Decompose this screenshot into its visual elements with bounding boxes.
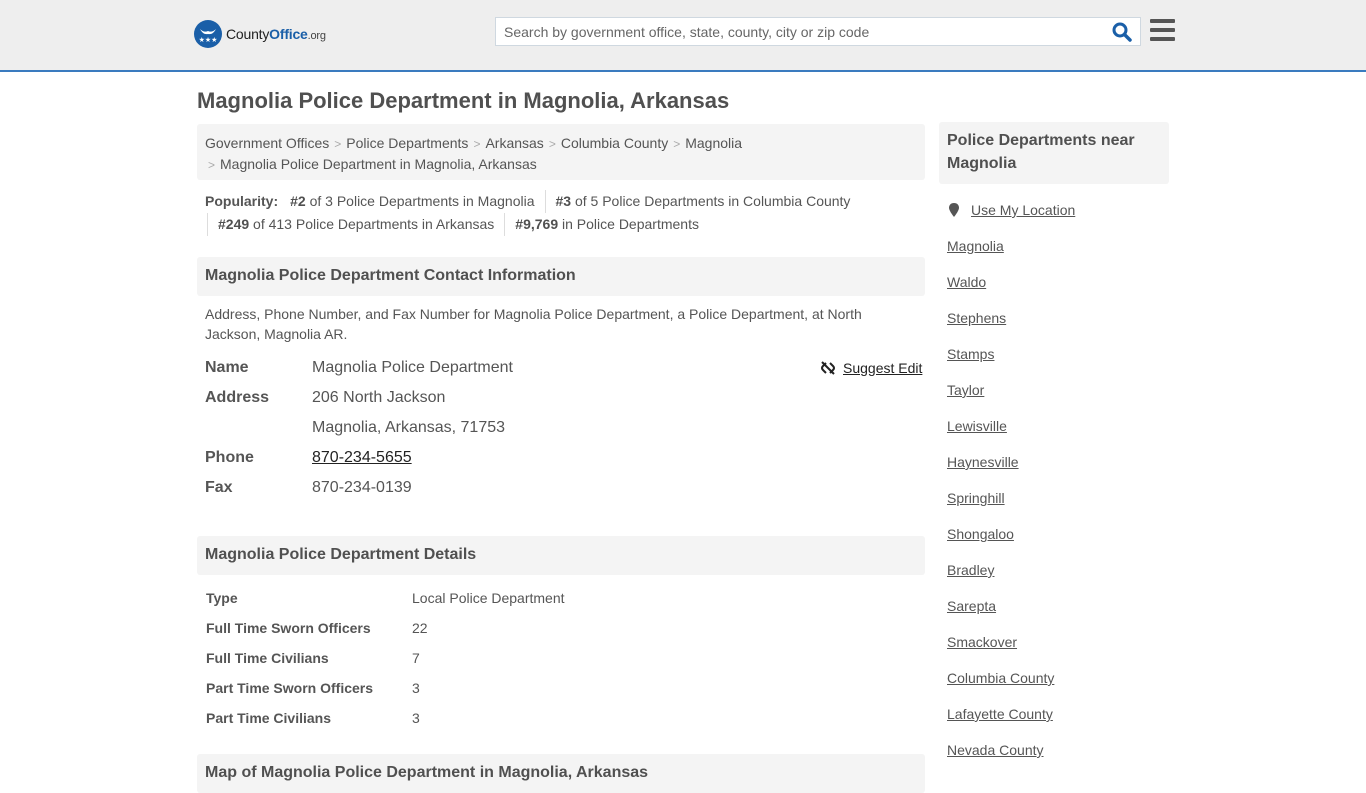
details-section-heading: Magnolia Police Department Details: [197, 536, 925, 575]
contact-info-table: Name Magnolia Police Department Address 20…: [205, 353, 925, 503]
field-label: Phone: [205, 449, 254, 466]
phone-link[interactable]: 870-234-5655: [312, 449, 412, 466]
nearby-link-lafayette-county[interactable]: Lafayette County: [947, 704, 1075, 724]
popularity-item: #249 of 413 Police Departments in Arkans…: [207, 213, 504, 236]
details-table: Type Local Police Department Full Time Sw…: [206, 583, 565, 733]
logo-part-office: Office: [269, 26, 308, 42]
contact-description: Address, Phone Number, and Fax Number fo…: [205, 306, 862, 342]
contact-row-address: Address 206 North Jackson: [205, 383, 925, 413]
details-row: Part Time Sworn Officers 3: [206, 680, 420, 696]
nearby-link-columbia-county[interactable]: Columbia County: [947, 668, 1075, 688]
hamburger-menu-icon[interactable]: [1150, 19, 1175, 41]
popularity-label: Popularity:: [205, 193, 279, 209]
contact-row-phone: Phone 870-234-5655: [205, 443, 925, 473]
search-box: [495, 17, 1141, 46]
logo-part-county: County: [226, 26, 270, 42]
chevron-right-icon: >: [334, 137, 342, 151]
chevron-right-icon: >: [548, 137, 556, 151]
popularity-ranking: Popularity: #2 of 3 Police Departments in…: [205, 190, 925, 236]
map-section-heading: Map of Magnolia Police Department in Mag…: [197, 754, 925, 793]
chevron-right-icon: >: [473, 137, 481, 151]
popularity-item: #9,769 in Police Departments: [504, 213, 709, 236]
nearby-list: Use My Location Magnolia Waldo Stephens …: [947, 200, 1075, 776]
breadcrumb-arkansas[interactable]: Arkansas: [485, 135, 543, 151]
breadcrumb-columbia-county[interactable]: Columbia County: [561, 135, 668, 151]
contact-row-fax: Fax 870-234-0139: [205, 473, 925, 503]
chevron-right-icon: >: [208, 158, 216, 172]
field-value: 206 North Jackson: [312, 389, 446, 406]
map-pin-icon: [949, 203, 959, 217]
chevron-right-icon: >: [673, 137, 681, 151]
nearby-link-stephens[interactable]: Stephens: [947, 308, 1075, 328]
field-label: Address: [205, 389, 270, 406]
page-title: Magnolia Police Department in Magnolia, …: [197, 88, 730, 113]
logo-part-org: .org: [307, 30, 326, 42]
details-row: Type Local Police Department: [206, 590, 565, 606]
eagle-stars-logo-icon: ★★★: [194, 20, 222, 48]
contact-row-name: Name Magnolia Police Department: [205, 353, 925, 383]
nearby-link-smackover[interactable]: Smackover: [947, 632, 1075, 652]
breadcrumb-current: Magnolia Police Department in Magnolia, …: [220, 156, 537, 172]
nearby-link-nevada-county[interactable]: Nevada County: [947, 740, 1075, 760]
breadcrumb-police-departments[interactable]: Police Departments: [346, 135, 468, 151]
svg-text:★★★: ★★★: [199, 36, 218, 44]
field-value: 870-234-0139: [312, 479, 412, 496]
field-label: Name: [205, 359, 249, 376]
nearby-link-bradley[interactable]: Bradley: [947, 560, 1075, 580]
contact-row-address-2: Magnolia, Arkansas, 71753: [205, 413, 925, 443]
details-row: Full Time Civilians 7: [206, 650, 420, 666]
field-label: Fax: [205, 479, 233, 496]
popularity-item: #3 of 5 Police Departments in Columbia C…: [544, 190, 861, 213]
nearby-link-shongaloo[interactable]: Shongaloo: [947, 524, 1075, 544]
nearby-link-stamps[interactable]: Stamps: [947, 344, 1075, 364]
sidebar-heading: Police Departments near Magnolia: [939, 122, 1169, 184]
field-value: Magnolia Police Department: [312, 359, 513, 376]
nearby-link-haynesville[interactable]: Haynesville: [947, 452, 1075, 472]
use-my-location[interactable]: Use My Location: [947, 200, 1075, 220]
site-logo[interactable]: ★★★ CountyOffice.org: [194, 20, 326, 48]
search-icon[interactable]: [1112, 22, 1132, 42]
popularity-item: #2 of 3 Police Departments in Magnolia: [290, 193, 535, 209]
details-row: Full Time Sworn Officers 22: [206, 620, 428, 636]
nearby-link-magnolia[interactable]: Magnolia: [947, 236, 1075, 256]
nearby-link-waldo[interactable]: Waldo: [947, 272, 1075, 292]
nearby-link-lewisville[interactable]: Lewisville: [947, 416, 1075, 436]
nearby-link-springhill[interactable]: Springhill: [947, 488, 1075, 508]
nearby-link-sarepta[interactable]: Sarepta: [947, 596, 1075, 616]
breadcrumb: Government Offices > Police Departments > Ar…: [197, 124, 925, 180]
use-my-location-link[interactable]: Use My Location: [971, 202, 1075, 218]
field-value: Magnolia, Arkansas, 71753: [312, 419, 506, 436]
logo-wordmark: CountyOffice.org: [226, 26, 326, 42]
site-header: ★★★ CountyOffice.org: [0, 0, 1366, 72]
breadcrumb-government-offices[interactable]: Government Offices: [205, 135, 329, 151]
nearby-link-taylor[interactable]: Taylor: [947, 380, 1075, 400]
contact-section-heading: Magnolia Police Department Contact Infor…: [197, 257, 925, 296]
details-row: Part Time Civilians 3: [206, 710, 420, 726]
breadcrumb-magnolia[interactable]: Magnolia: [685, 135, 742, 151]
search-input[interactable]: [496, 18, 1096, 45]
